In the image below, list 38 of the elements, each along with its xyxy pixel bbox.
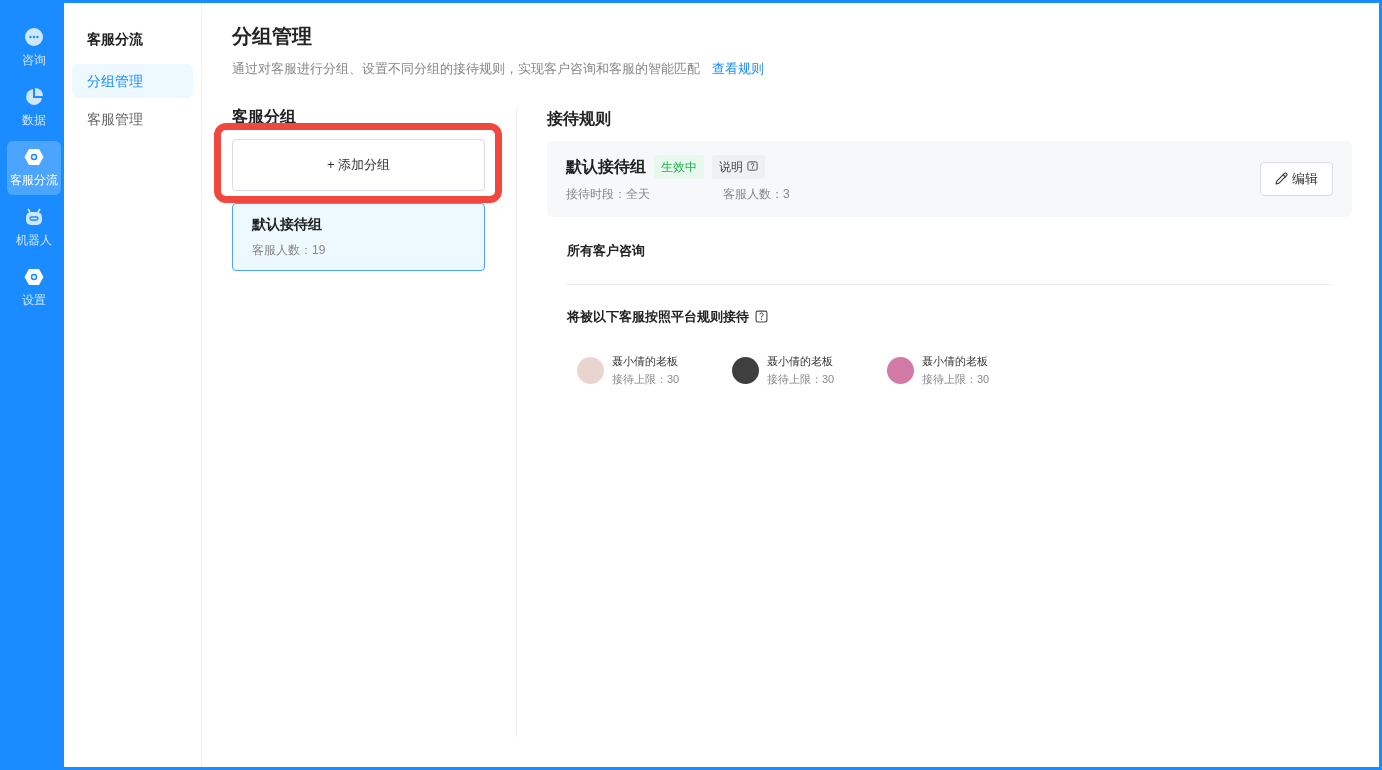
add-group-button[interactable]: + 添加分组 [232,138,485,191]
group-card[interactable]: 默认接待组 客服人数：19 [232,202,485,271]
group-name: 默认接待组 [252,215,323,234]
help-tag[interactable]: 说明 [712,154,765,179]
rail-item[interactable]: 客服分流 [6,141,61,195]
sub-navigation-item[interactable]: 分组管理 [72,64,193,98]
sub-navigation-title: 客服分流 [86,30,144,49]
rail-item[interactable]: 咨询 [6,21,61,75]
page-description: 通过对客服进行分组、设置不同分组的接待规则，实现客户咨询和客服的智能匹配 [232,60,700,78]
agent-name: 聂小倩的老板 [922,353,989,369]
agent-limit: 接待上限：30 [922,372,990,387]
rail-item[interactable]: 机器人 [6,201,61,255]
sub-navigation-item[interactable]: 客服管理 [72,102,193,136]
pie-chart-icon [23,87,44,107]
scope-label: 所有客户咨询 [567,216,1332,285]
group-count: 客服人数：19 [252,242,327,259]
status-tag: 生效中 [654,154,704,179]
hexagon-icon [23,267,44,287]
agent-name: 聂小倩的老板 [612,353,679,369]
view-rules-link[interactable]: 查看规则 [712,59,764,79]
section-title: 接待规则 [547,108,612,129]
agent-name: 聂小倩的老板 [767,353,834,369]
pencil-icon [1275,172,1288,185]
hexagon-icon [23,147,44,167]
rail-item[interactable]: 设置 [6,261,61,315]
agents-title: 将被以下客服按照平台规则接待 [567,308,749,326]
question-icon [747,161,758,172]
robot-icon [23,207,44,227]
group-name: 默认接待组 [566,156,646,177]
chat-bubble-icon [23,27,44,47]
rail-item[interactable]: 数据 [6,81,61,135]
page-title: 分组管理 [232,24,313,49]
agent-count: 客服人数：3 [723,185,790,203]
edit-button[interactable]: 编辑 [1260,161,1333,196]
question-icon [755,310,768,324]
reception-hours: 接待时段：全天 [566,185,651,203]
agent-limit: 接待上限：30 [612,372,680,387]
agent-limit: 接待上限：30 [767,372,835,387]
